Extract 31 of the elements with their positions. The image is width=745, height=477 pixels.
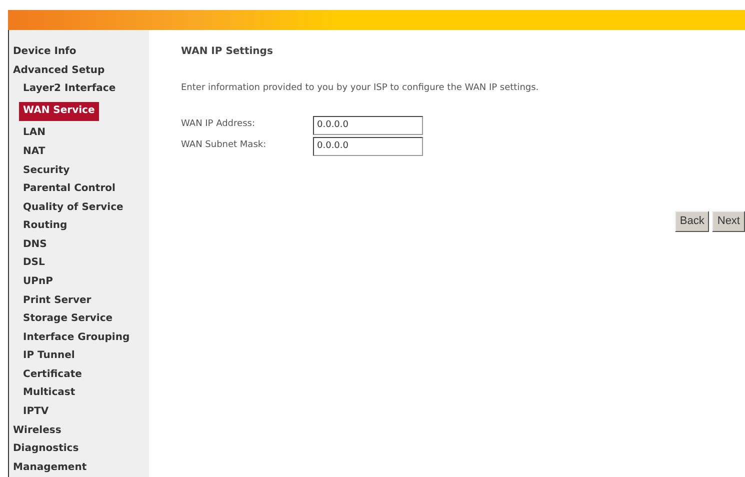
- sidebar-item[interactable]: DNS: [9, 236, 47, 254]
- sidebar-item[interactable]: IP Tunnel: [9, 347, 75, 366]
- sidebar-item[interactable]: Security: [9, 161, 70, 180]
- sidebar-item[interactable]: Management: [9, 458, 87, 477]
- sidebar-item[interactable]: UPnP: [9, 272, 53, 292]
- sidebar-item[interactable]: DSL: [9, 254, 45, 273]
- sidebar-item[interactable]: Device Info: [9, 43, 76, 62]
- sidebar-item[interactable]: Parental Control: [9, 180, 116, 198]
- sidebar-item[interactable]: LAN: [9, 124, 46, 143]
- sidebar-item[interactable]: Advanced Setup: [9, 62, 105, 80]
- nav-button[interactable]: Next: [712, 211, 745, 232]
- sidebar-item[interactable]: Interface Grouping: [9, 328, 130, 348]
- sidebar-item[interactable]: Certificate: [9, 366, 82, 384]
- sidebar-item[interactable]: Wireless: [9, 421, 62, 440]
- input-field[interactable]: 0.0.0.0: [313, 136, 423, 156]
- field-label: WAN IP Address:: [181, 118, 256, 132]
- sidebar-item[interactable]: Multicast: [9, 384, 76, 403]
- sidebar-item[interactable]: Quality of Service: [9, 198, 124, 217]
- sidebar-item[interactable]: Routing: [9, 216, 68, 236]
- sidebar-item[interactable]: Print Server: [9, 291, 92, 310]
- input-field[interactable]: 0.0.0.0: [313, 116, 423, 134]
- sidebar-item[interactable]: Storage Service: [9, 310, 113, 328]
- sidebar-item[interactable]: NAT: [9, 142, 46, 162]
- sidebar-item[interactable]: Diagnostics: [9, 440, 79, 458]
- sidebar-item[interactable]: IPTV: [9, 402, 49, 422]
- sidebar-item[interactable]: WAN Service: [19, 102, 99, 121]
- nav-button[interactable]: Back: [674, 211, 710, 232]
- field-label: WAN Subnet Mask:: [181, 139, 268, 152]
- description-text: Enter information provided to you by your ISP to configure the WAN IP settings.: [181, 82, 539, 95]
- sidebar-item[interactable]: Layer2 Interface: [9, 80, 116, 99]
- page-title: WAN IP Settings: [181, 45, 273, 59]
